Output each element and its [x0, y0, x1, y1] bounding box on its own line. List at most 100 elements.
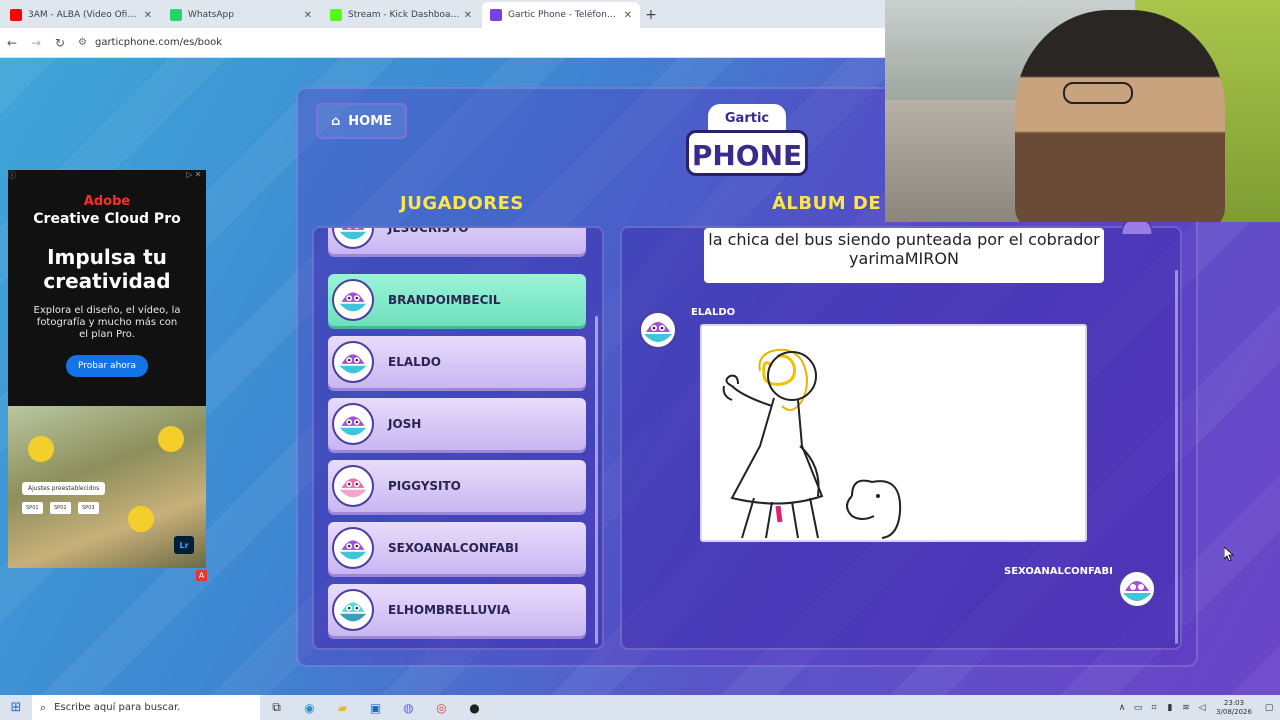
tab-favicon-icon: [330, 9, 342, 21]
player-name: ELALDO: [388, 355, 441, 369]
store-icon[interactable]: ▣: [359, 701, 392, 715]
browser-tab[interactable]: Stream - Kick Dashboard ✕: [322, 2, 480, 28]
tray-mic-icon[interactable]: ▮: [1162, 703, 1178, 713]
tray-wifi-icon[interactable]: ≋: [1178, 703, 1194, 713]
tray-volume-icon[interactable]: ◁: [1194, 703, 1210, 713]
player-row[interactable]: BRANDOIMBECIL: [328, 274, 586, 326]
player-row[interactable]: ELHOMBRELLUVIA: [328, 584, 586, 636]
taskbar-search[interactable]: ⌕ Escribe aquí para buscar.: [32, 695, 260, 720]
tab-close-icon[interactable]: ✕: [144, 10, 152, 21]
player-avatar: [332, 527, 374, 569]
taskbar-clock[interactable]: 23:03 3/08/2026: [1210, 699, 1258, 717]
webcam-person: [1015, 10, 1225, 222]
drawing-sketch: [722, 348, 902, 539]
tray-network-icon[interactable]: ⌗: [1146, 703, 1162, 713]
player-name: JOSH: [388, 417, 422, 431]
player-row[interactable]: SEXOANALCONFABI: [328, 522, 586, 574]
tab-close-icon[interactable]: ✕: [464, 10, 472, 21]
player-name: ELHOMBRELLUVIA: [388, 603, 511, 617]
player-row[interactable]: PIGGYSITO: [328, 460, 586, 512]
player-row[interactable]: ELALDO: [328, 336, 586, 388]
system-tray: ∧ ▭ ⌗ ▮ ≋ ◁ 23:03 3/08/2026 ▢: [1114, 695, 1280, 720]
players-list[interactable]: JESUCRISTO BRANDOIMBECIL ELALDO JOSH PIGGYSI…: [312, 226, 604, 650]
album-scrollbar[interactable]: [1175, 270, 1178, 644]
players-scrollbar[interactable]: [595, 316, 598, 644]
flower-icon: [28, 436, 54, 462]
player-avatar: [332, 403, 374, 445]
album-phrase: la chica del bus siendo punteada por el …: [704, 228, 1104, 283]
adobe-ad[interactable]: Adobe Creative Cloud Pro Impulsa tu crea…: [8, 170, 206, 568]
tab-title: 3AM - ALBA (Video Oficial) - Yo: [28, 10, 140, 20]
home-button[interactable]: ⌂ HOME: [316, 103, 407, 139]
ad-banner: Adobe Creative Cloud Pro Impulsa tu crea…: [8, 170, 206, 406]
url-field[interactable]: ⚙ garticphone.com/es/book: [78, 32, 875, 54]
tab-favicon-icon: [490, 9, 502, 21]
drawing-canvas: [700, 324, 1087, 542]
browser-tab-bar: 3AM - ALBA (Video Oficial) - Yo✕WhatsApp…: [0, 0, 885, 28]
player-avatar: [332, 279, 374, 321]
tab-favicon-icon: [170, 9, 182, 21]
webcam-overlay: [885, 0, 1280, 222]
drawer-name: ELALDO: [691, 307, 736, 318]
tray-device-icon[interactable]: ▭: [1130, 703, 1146, 713]
file-explorer-icon[interactable]: ▰: [326, 701, 359, 715]
player-name: PIGGYSITO: [388, 479, 461, 493]
ad-headline: Impulsa tu creatividad: [43, 245, 171, 293]
lightroom-icon: Lr: [174, 536, 194, 554]
flower-icon: [128, 506, 154, 532]
forward-icon[interactable]: →: [24, 36, 48, 50]
player-avatar: [332, 228, 374, 249]
new-tab-button[interactable]: +: [640, 2, 662, 28]
clock-date: 3/08/2026: [1216, 707, 1252, 716]
mouse-cursor-icon: [1224, 547, 1234, 561]
home-label: HOME: [348, 113, 393, 129]
player-name: BRANDOIMBECIL: [388, 293, 501, 307]
ad-preset: SP03: [78, 502, 99, 514]
tab-close-icon[interactable]: ✕: [304, 10, 312, 21]
ad-choices-icon[interactable]: A: [196, 570, 207, 581]
next-player-name: SEXOANALCONFABI: [1004, 566, 1113, 577]
players-heading: JUGADORES: [400, 193, 524, 214]
player-row[interactable]: JOSH: [328, 398, 586, 450]
discord-icon[interactable]: ◍: [392, 701, 425, 715]
site-info-icon[interactable]: ⚙: [78, 37, 87, 48]
player-row[interactable]: JESUCRISTO: [328, 228, 586, 254]
back-icon[interactable]: ←: [0, 36, 24, 50]
album-heading: ÁLBUM DE B: [772, 193, 903, 214]
tab-close-icon[interactable]: ✕: [624, 10, 632, 21]
search-icon: ⌕: [40, 700, 47, 714]
ad-brand: Adobe: [83, 194, 131, 209]
tab-title: WhatsApp: [188, 10, 234, 20]
ad-preset: SP02: [50, 502, 71, 514]
edge-icon[interactable]: ◉: [293, 701, 326, 715]
reload-icon[interactable]: ↻: [48, 36, 72, 50]
ad-info-icon[interactable]: ⓘ: [8, 170, 18, 180]
tab-title: Gartic Phone - Teléfono Descon: [508, 10, 620, 20]
ad-body: Explora el diseño, el vídeo, la fotograf…: [33, 305, 181, 340]
tray-chevron-icon[interactable]: ∧: [1114, 703, 1130, 713]
logo-bottom-text: PHONE: [686, 130, 808, 176]
tab-favicon-icon: [10, 9, 22, 21]
ad-preset: SP01: [22, 502, 43, 514]
player-name: SEXOANALCONFABI: [388, 541, 519, 555]
address-bar: ← → ↻ ⚙ garticphone.com/es/book: [0, 28, 885, 58]
tab-title: Stream - Kick Dashboard: [348, 10, 460, 20]
browser-tab[interactable]: 3AM - ALBA (Video Oficial) - Yo ✕: [2, 2, 160, 28]
browser-tab[interactable]: WhatsApp ✕: [162, 2, 320, 28]
gartic-phone-logo: Gartic PHONE: [686, 104, 808, 178]
notifications-icon[interactable]: ▢: [1258, 703, 1280, 713]
player-avatar: [332, 341, 374, 383]
ad-preset-chip: Ajustes preestablecidos: [22, 482, 106, 495]
taskbar-search-placeholder: Escribe aquí para buscar.: [54, 702, 181, 713]
ad-close-icon[interactable]: ▷ ✕: [186, 170, 206, 180]
obs-icon[interactable]: ●: [458, 701, 491, 715]
player-avatar: [332, 589, 374, 631]
ad-cta-button[interactable]: Probar ahora: [65, 355, 148, 377]
windows-start-icon[interactable]: ⊞: [0, 700, 32, 715]
home-icon: ⌂: [330, 113, 341, 129]
drawer-avatar: [638, 310, 678, 350]
task-view-icon[interactable]: ⧉: [260, 700, 293, 715]
chrome-icon[interactable]: ◎: [425, 701, 458, 715]
browser-tab[interactable]: Gartic Phone - Teléfono Descon ✕: [482, 2, 640, 28]
ad-product: Creative Cloud Pro: [33, 211, 181, 227]
